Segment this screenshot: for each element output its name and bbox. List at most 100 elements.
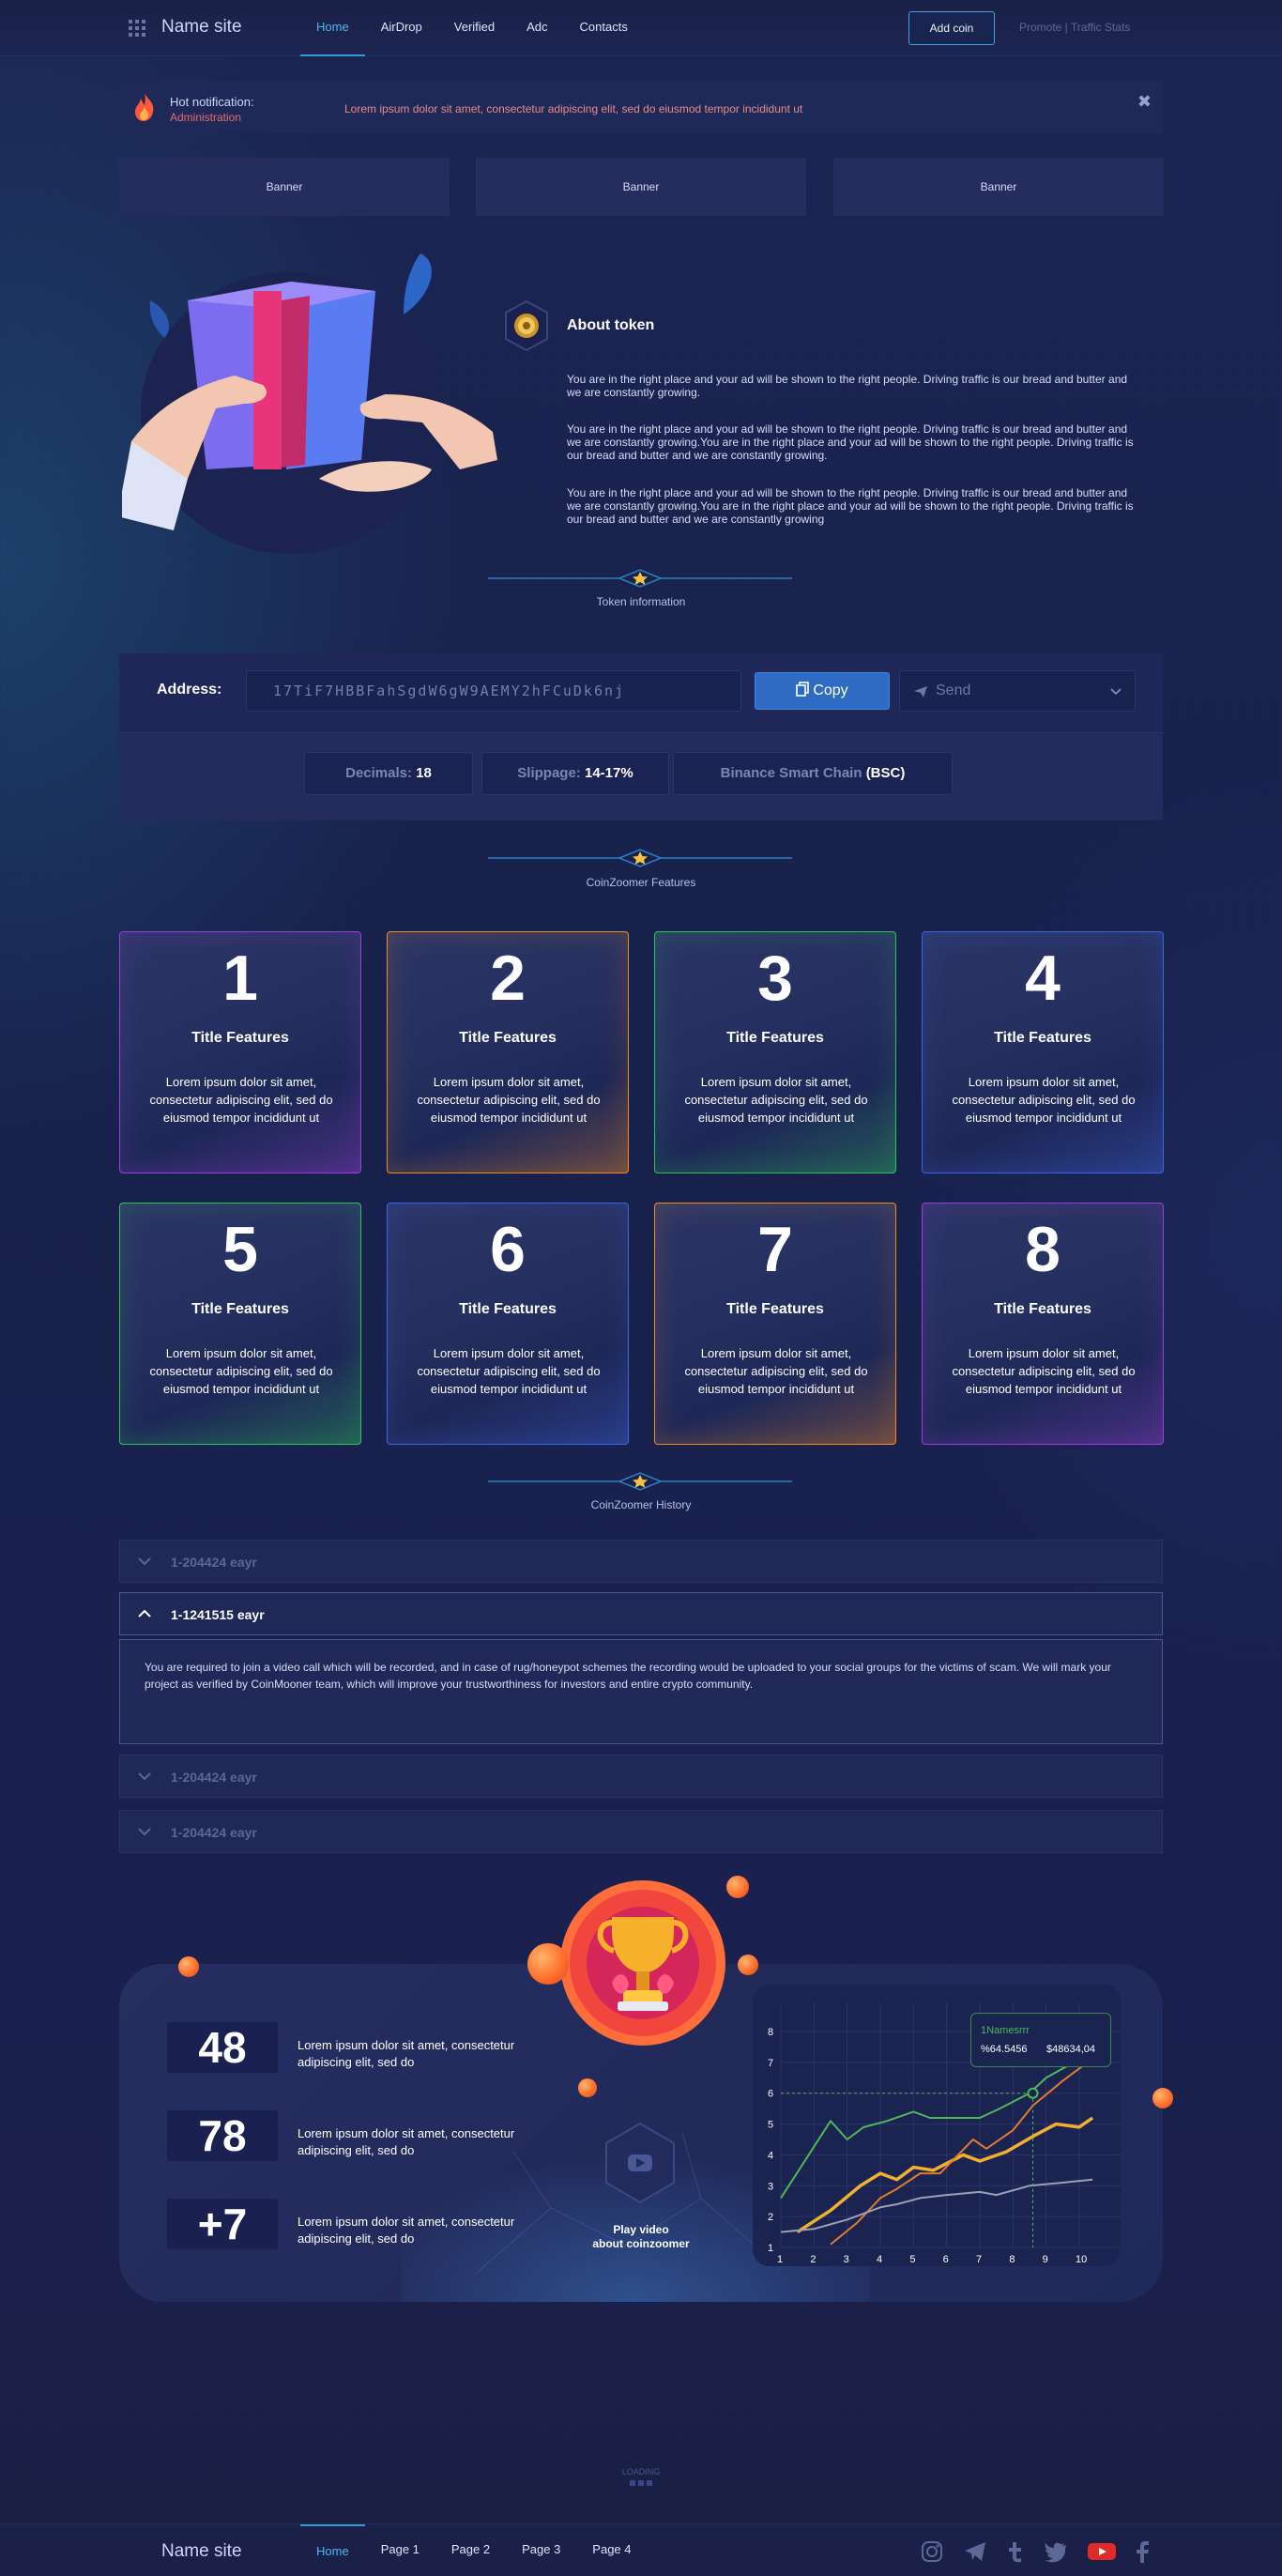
y-tick-label: 6 [768,2089,773,2100]
chain-label: Binance Smart Chain [720,765,862,781]
notification-text: Lorem ipsum dolor sit amet, consectetur … [344,102,803,115]
banner-2[interactable]: Banner [476,158,806,216]
feature-text: Lorem ipsum dolor sit amet, consectetur … [952,1346,1136,1396]
y-tick-label: 8 [768,2027,773,2038]
nav-adc[interactable]: Adc [511,0,563,56]
twitter-icon[interactable] [1044,2539,1068,2564]
history-item-label: 1-204424 eayr [171,1555,257,1570]
feature-number: 7 [757,1214,793,1285]
feature-text: Lorem ipsum dolor sit amet, consectetur … [417,1346,601,1396]
feature-card-7: 7 Title Features Lorem ipsum dolor sit ame… [654,1203,896,1445]
nav-airdrop[interactable]: AirDrop [365,0,438,56]
address-field[interactable]: 17TiF7HBBFahSgdW6gW9AEMY2hFCuDk6nj [246,670,741,712]
decorative-orb [1152,2088,1173,2108]
feature-card-1: 1 Title Features Lorem ipsum dolor sit ame… [119,931,361,1173]
feature-number: 2 [490,943,526,1014]
feature-card-8: 8 Title Features Lorem ipsum dolor sit ame… [922,1203,1164,1445]
copy-button[interactable]: Copy [755,672,890,710]
footer-nav: Home Page 1 Page 2 Page 3 Page 4 [300,2524,648,2576]
y-tick-label: 7 [768,2058,773,2069]
stat-value-3: +7 [167,2199,278,2249]
footer-nav-page-1[interactable]: Page 1 [365,2524,435,2576]
play-video-label[interactable]: Play video about coinzoomer [547,2223,735,2251]
history-item-4[interactable]: 1-204424 eayr [119,1810,1163,1853]
copy-button-label: Copy [813,682,848,698]
feature-card-5: 5 Title Features Lorem ipsum dolor sit ame… [119,1203,361,1445]
fire-icon [135,93,154,121]
feature-card-6: 6 Title Features Lorem ipsum dolor sit ame… [387,1203,629,1445]
slippage-pill: Slippage: 14-17% [481,752,669,795]
nav-verified[interactable]: Verified [438,0,511,56]
play-video-label-line-1: Play video [613,2223,669,2236]
feature-title: Title Features [994,1301,1091,1317]
feature-number: 5 [222,1214,258,1285]
banner-1[interactable]: Banner [119,158,450,216]
play-video-icon[interactable] [597,2120,683,2206]
feature-number: 4 [1025,943,1061,1014]
notification-title: Hot notification: [170,95,254,109]
growth-chart-panel: 1 2 3 4 5 6 7 8 1 2 3 4 5 6 7 8 9 10 1Namesrrr %64.5456 $… [753,1985,1121,2266]
decorative-orb [726,1876,749,1898]
stat-text-1: Lorem ipsum dolor sit amet, consectetur … [298,2038,515,2069]
add-coin-button[interactable]: Add coin [908,11,995,45]
chain-value: (BSC) [865,765,906,781]
feature-card-4: 4 Title Features Lorem ipsum dolor sit ame… [922,931,1164,1173]
instagram-icon[interactable] [920,2539,944,2564]
nav-home[interactable]: Home [300,0,365,56]
feature-text: Lorem ipsum dolor sit amet, consectetur … [684,1346,868,1396]
tooltip-name: 1Namesrrr [981,2025,1030,2036]
feature-number: 1 [222,943,258,1014]
footer: Name site Home Page 1 Page 2 Page 3 Page… [0,2523,1282,2576]
history-item-2[interactable]: 1-1241515 eayr [119,1592,1163,1635]
x-tick-label: 1 [777,2254,783,2265]
y-tick-label: 4 [768,2150,773,2161]
y-tick-label: 2 [768,2212,773,2223]
feature-text: Lorem ipsum dolor sit amet, consectetur … [417,1075,601,1125]
tumblr-icon[interactable] [1002,2539,1027,2564]
nav-contacts[interactable]: Contacts [564,0,644,56]
feature-number: 3 [757,943,793,1014]
feature-text: Lorem ipsum dolor sit amet, consectetur … [684,1075,868,1125]
feature-number: 8 [1025,1214,1061,1285]
chevron-down-icon [138,1557,151,1566]
y-tick-label: 5 [768,2120,773,2131]
chevron-down-icon [138,1828,151,1836]
data-point-marker [1027,2087,1039,2099]
feature-text: Lorem ipsum dolor sit amet, consectetur … [149,1075,333,1125]
send-dropdown[interactable]: Send [899,670,1136,712]
history-item-label: 1-204424 eayr [171,1770,257,1785]
footer-nav-home[interactable]: Home [300,2524,365,2576]
feature-title: Title Features [459,1301,557,1317]
history-item-label: 1-1241515 eayr [171,1607,265,1622]
token-params-row: Decimals: 18 Slippage: 14-17% Binance Sm… [119,732,1163,820]
footer-site-name[interactable]: Name site [161,2541,242,2562]
site-logo-text[interactable]: Name site [161,17,242,38]
decorative-orb [178,1956,199,1977]
close-icon[interactable]: ✖ [1137,92,1152,112]
youtube-icon[interactable] [1087,2539,1117,2564]
history-item-1[interactable]: 1-204424 eayr [119,1540,1163,1583]
feature-title: Title Features [726,1030,824,1046]
promote-traffic-links[interactable]: Promote | Traffic Stats [1019,21,1130,34]
banner-3[interactable]: Banner [833,158,1164,216]
footer-nav-page-4[interactable]: Page 4 [576,2524,647,2576]
footer-nav-page-2[interactable]: Page 2 [435,2524,506,2576]
history-item-3[interactable]: 1-204424 eayr [119,1755,1163,1798]
chart-tooltip: 1Namesrrr %64.5456 $48634,04 [970,2013,1111,2067]
feature-title: Title Features [191,1301,289,1317]
stat-text-3: Lorem ipsum dolor sit amet, consectetur … [298,2215,515,2246]
slippage-label: Slippage: [517,765,581,781]
features-label: CoinZoomer Features [586,876,696,889]
chevron-down-icon [1110,688,1122,696]
send-label: Send [936,682,971,698]
apps-grid-icon[interactable] [118,17,156,39]
history-item-label: 1-204424 eayr [171,1825,257,1840]
feature-card-2: 2 Title Features Lorem ipsum dolor sit ame… [387,931,629,1173]
decorative-orb [738,1955,758,1975]
decimals-pill: Decimals: 18 [304,752,473,795]
stat-value-2: 78 [167,2110,278,2161]
facebook-icon[interactable] [1130,2539,1154,2564]
telegram-icon[interactable] [963,2539,987,2564]
footer-nav-page-3[interactable]: Page 3 [506,2524,576,2576]
feature-title: Title Features [459,1030,557,1046]
